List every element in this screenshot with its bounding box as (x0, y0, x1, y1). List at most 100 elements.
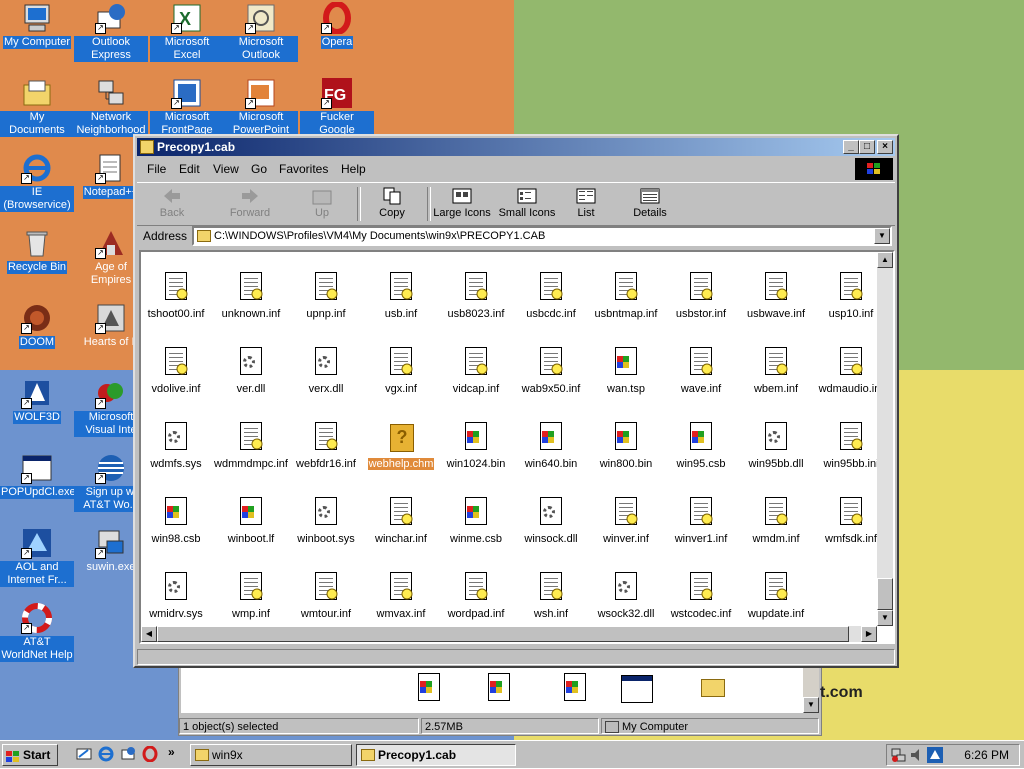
file-item[interactable]: wdmmdmpc.inf (213, 422, 289, 470)
file-item[interactable]: usbstor.inf (663, 272, 739, 320)
file-item[interactable]: usbwave.inf (738, 272, 814, 320)
file-item[interactable]: usbntmap.inf (588, 272, 664, 320)
address-input[interactable]: C:\WINDOWS\Profiles\VM4\My Documents\win… (192, 226, 892, 246)
file-item[interactable]: tshoot00.inf (141, 272, 214, 320)
file-item[interactable]: winsock.dll (513, 497, 589, 545)
file-item[interactable]: winver.inf (588, 497, 664, 545)
maximize-button[interactable]: □ (859, 140, 875, 154)
title-bar[interactable]: Precopy1.cab _ □ × (137, 138, 895, 156)
desktop-icon-outlook-express[interactable]: ↗ Outlook Express (74, 2, 148, 62)
file-item[interactable]: winver1.inf (663, 497, 739, 545)
file-item[interactable]: wan.tsp (588, 347, 664, 395)
menu-view[interactable]: View (213, 162, 239, 176)
file-item[interactable]: winchar.inf (363, 497, 439, 545)
background-explorer-window[interactable]: ▼ 1 object(s) selected 2.57MB My Compute… (178, 660, 822, 736)
file-item[interactable]: wab9x50.inf (513, 347, 589, 395)
file-item[interactable]: win95bb.ini (813, 422, 877, 470)
menu-file[interactable]: File (147, 162, 166, 176)
desktop-icon-opera[interactable]: ↗ Opera (300, 1, 374, 49)
desktop-icon-ie[interactable]: ↗ IE (Browservice) (0, 152, 74, 212)
menu-go[interactable]: Go (251, 162, 267, 176)
file-item[interactable]: wsh.inf (513, 572, 589, 620)
file-item[interactable]: wmidrv.sys (141, 572, 214, 620)
file-item[interactable]: wdmfs.sys (141, 422, 214, 470)
vertical-scroll-thumb[interactable] (877, 578, 893, 610)
file-item[interactable]: usb8023.inf (438, 272, 514, 320)
scroll-left-button[interactable]: ◀ (141, 626, 157, 642)
menu-edit[interactable]: Edit (179, 162, 200, 176)
file-item[interactable]: usb.inf (363, 272, 439, 320)
horizontal-scroll-thumb[interactable] (157, 626, 849, 642)
desktop-icon-wolf3d[interactable]: ↗ WOLF3D (0, 377, 74, 424)
desktop-icon-network[interactable]: Network Neighborhood (74, 77, 148, 137)
clock[interactable]: 6:26 PM (964, 748, 1009, 762)
scroll-down-button[interactable]: ▼ (877, 610, 893, 626)
desktop-icon-doom[interactable]: ↗ DOOM (0, 302, 74, 349)
desktop-icon-my-documents[interactable]: My Documents (0, 77, 74, 137)
file-item[interactable]: unknown.inf (213, 272, 289, 320)
back-button[interactable]: Back (145, 185, 199, 223)
show-desktop-icon[interactable] (76, 746, 92, 762)
desktop-icon-excel[interactable]: X ↗ Microsoft Excel (150, 2, 224, 62)
file-item[interactable]: wmdm.inf (738, 497, 814, 545)
file-item[interactable]: webfdr16.inf (288, 422, 364, 470)
file-item[interactable]: win98.csb (141, 497, 214, 545)
copy-button[interactable]: Copy (369, 185, 415, 223)
small-icons-button[interactable]: Small Icons (495, 185, 559, 223)
file-item[interactable]: ver.dll (213, 347, 289, 395)
file-item[interactable]: verx.dll (288, 347, 364, 395)
desktop-icon-recycle-bin[interactable]: Recycle Bin (0, 227, 74, 274)
scroll-up-button[interactable]: ▲ (877, 252, 893, 268)
file-item[interactable]: wmtour.inf (288, 572, 364, 620)
menu-help[interactable]: Help (341, 162, 366, 176)
details-button[interactable]: Details (627, 185, 673, 223)
desktop-icon-lifebuoy[interactable]: ↗ AT&T WorldNet Help (0, 602, 74, 662)
file-item[interactable]: usbcdc.inf (513, 272, 589, 320)
menu-favorites[interactable]: Favorites (279, 162, 328, 176)
ie-icon[interactable] (98, 746, 114, 762)
file-item[interactable]: vgx.inf (363, 347, 439, 395)
file-item[interactable]: winme.csb (438, 497, 514, 545)
address-dropdown-button[interactable]: ▼ (874, 228, 890, 244)
quick-launch-more-icon[interactable]: » (168, 745, 184, 761)
explorer-window[interactable]: Precopy1.cab _ □ × File Edit View Go Fav… (133, 134, 899, 668)
tray-network-icon[interactable] (891, 747, 907, 763)
minimize-button[interactable]: _ (843, 140, 859, 154)
scroll-right-button[interactable]: ▶ (861, 626, 877, 642)
task-precopy1-cab[interactable]: Precopy1.cab (356, 744, 516, 766)
file-item[interactable]: wstcodec.inf (663, 572, 739, 620)
file-item[interactable]: win95.csb (663, 422, 739, 470)
file-item[interactable]: wbem.inf (738, 347, 814, 395)
file-item[interactable]: winboot.lf (213, 497, 289, 545)
start-button[interactable]: Start (2, 744, 58, 766)
file-item[interactable]: win95bb.dll (738, 422, 814, 470)
desktop-icon-exe-window[interactable]: ↗ POPUpdCl.exe (0, 452, 77, 499)
file-item[interactable]: wmp.inf (213, 572, 289, 620)
close-button[interactable]: × (877, 140, 893, 154)
file-item[interactable]: wdmaudio.inf (813, 347, 877, 395)
background-window-scrollbar[interactable]: ▼ (803, 663, 819, 713)
file-item[interactable]: ? webhelp.chm (363, 422, 439, 470)
file-item[interactable]: wsock32.dll (588, 572, 664, 620)
file-item[interactable]: wmvax.inf (363, 572, 439, 620)
tray-speaker-icon[interactable] (909, 747, 925, 763)
opera-icon[interactable] (142, 745, 158, 763)
desktop-icon-aol[interactable]: ↗ AOL and Internet Fr... (0, 527, 74, 587)
file-item[interactable]: winboot.sys (288, 497, 364, 545)
file-item[interactable]: vdolive.inf (141, 347, 214, 395)
up-button[interactable]: Up (301, 185, 343, 223)
file-item[interactable]: wmfsdk.inf (813, 497, 877, 545)
file-view[interactable]: tshoot00.inf unknown.inf upnp.inf usb.inf us… (139, 250, 895, 644)
file-item[interactable]: vidcap.inf (438, 347, 514, 395)
file-item[interactable]: usp10.inf (813, 272, 877, 320)
list-button[interactable]: List (569, 185, 603, 223)
forward-button[interactable]: Forward (219, 185, 281, 223)
vertical-scrollbar[interactable]: ▲ ▼ (877, 252, 893, 626)
file-item[interactable]: win640.bin (513, 422, 589, 470)
desktop-icon-powerpoint[interactable]: ↗ Microsoft PowerPoint (224, 77, 298, 137)
file-item[interactable]: upnp.inf (288, 272, 364, 320)
desktop-icon-frontpage[interactable]: ↗ Microsoft FrontPage (150, 77, 224, 137)
tray-aol-icon[interactable] (927, 747, 943, 763)
outlook-express-icon[interactable] (120, 746, 136, 762)
desktop-icon-my-computer[interactable]: My Computer (0, 2, 74, 49)
